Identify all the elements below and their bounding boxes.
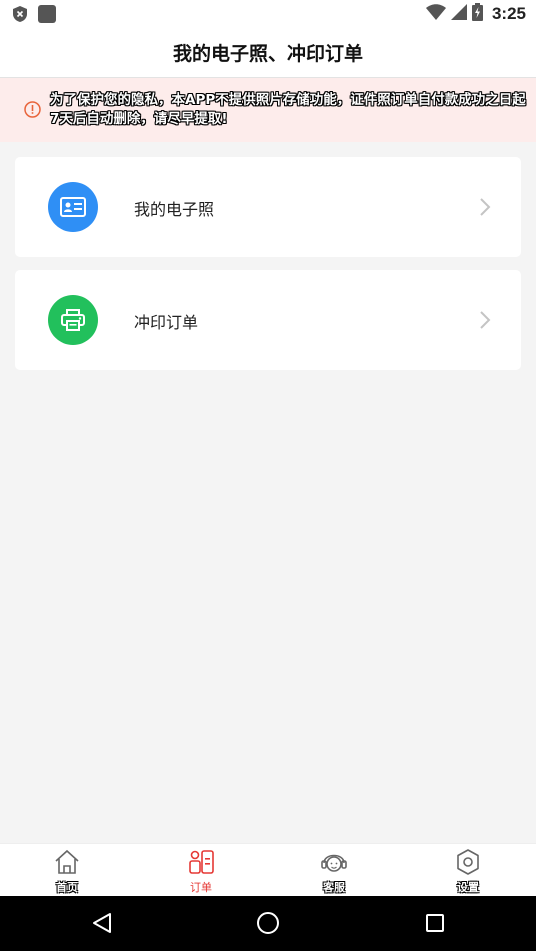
system-nav-bar — [0, 896, 536, 951]
status-time: 3:25 — [491, 4, 526, 23]
signal-icon — [450, 4, 467, 24]
wifi-icon — [425, 4, 446, 24]
tab-label: 首页 — [56, 881, 78, 894]
menu-item-label: 冲印订单 — [134, 313, 199, 332]
home-circle-icon[interactable] — [255, 910, 281, 936]
tab-home[interactable]: 首页 — [37, 848, 97, 896]
tab-label: 订单 — [190, 881, 212, 894]
recents-icon[interactable] — [422, 910, 448, 936]
chevron-right-icon — [479, 197, 491, 217]
order-icon — [187, 848, 215, 876]
chevron-right-icon — [479, 310, 491, 330]
privacy-notice: 为了保护您的隐私，本APP不提供照片存储功能，证件照订单自付款成功之日起7天后自… — [0, 78, 536, 142]
settings-icon — [454, 848, 482, 876]
battery-charging-icon — [471, 3, 483, 25]
tab-orders[interactable]: 订单 — [171, 848, 231, 896]
bottom-tab-bar: 首页 订单 客服 设置 — [0, 843, 536, 896]
menu-item-electronic-photos[interactable]: 我的电子照 — [15, 157, 521, 257]
id-card-icon — [48, 182, 98, 232]
title-bar: 我的电子照、冲印订单 — [0, 28, 536, 78]
page-title: 我的电子照、冲印订单 — [172, 43, 363, 65]
home-icon — [53, 848, 81, 876]
tab-label: 设置 — [457, 881, 479, 894]
tab-customer-service[interactable]: 客服 — [304, 848, 364, 896]
back-icon[interactable] — [89, 910, 115, 936]
tab-label: 客服 — [323, 881, 345, 894]
app-square-icon — [38, 5, 56, 27]
info-circle-icon — [24, 101, 41, 118]
printer-icon — [48, 295, 98, 345]
menu-item-print-orders[interactable]: 冲印订单 — [15, 270, 521, 370]
tab-settings[interactable]: 设置 — [438, 848, 498, 896]
customer-service-icon — [320, 848, 348, 876]
menu-item-label: 我的电子照 — [134, 200, 215, 219]
shield-icon — [13, 6, 27, 26]
notice-text: 为了保护您的隐私，本APP不提供照片存储功能，证件照订单自付款成功之日起7天后自… — [50, 92, 526, 127]
status-bar: 3:25 — [0, 0, 536, 28]
